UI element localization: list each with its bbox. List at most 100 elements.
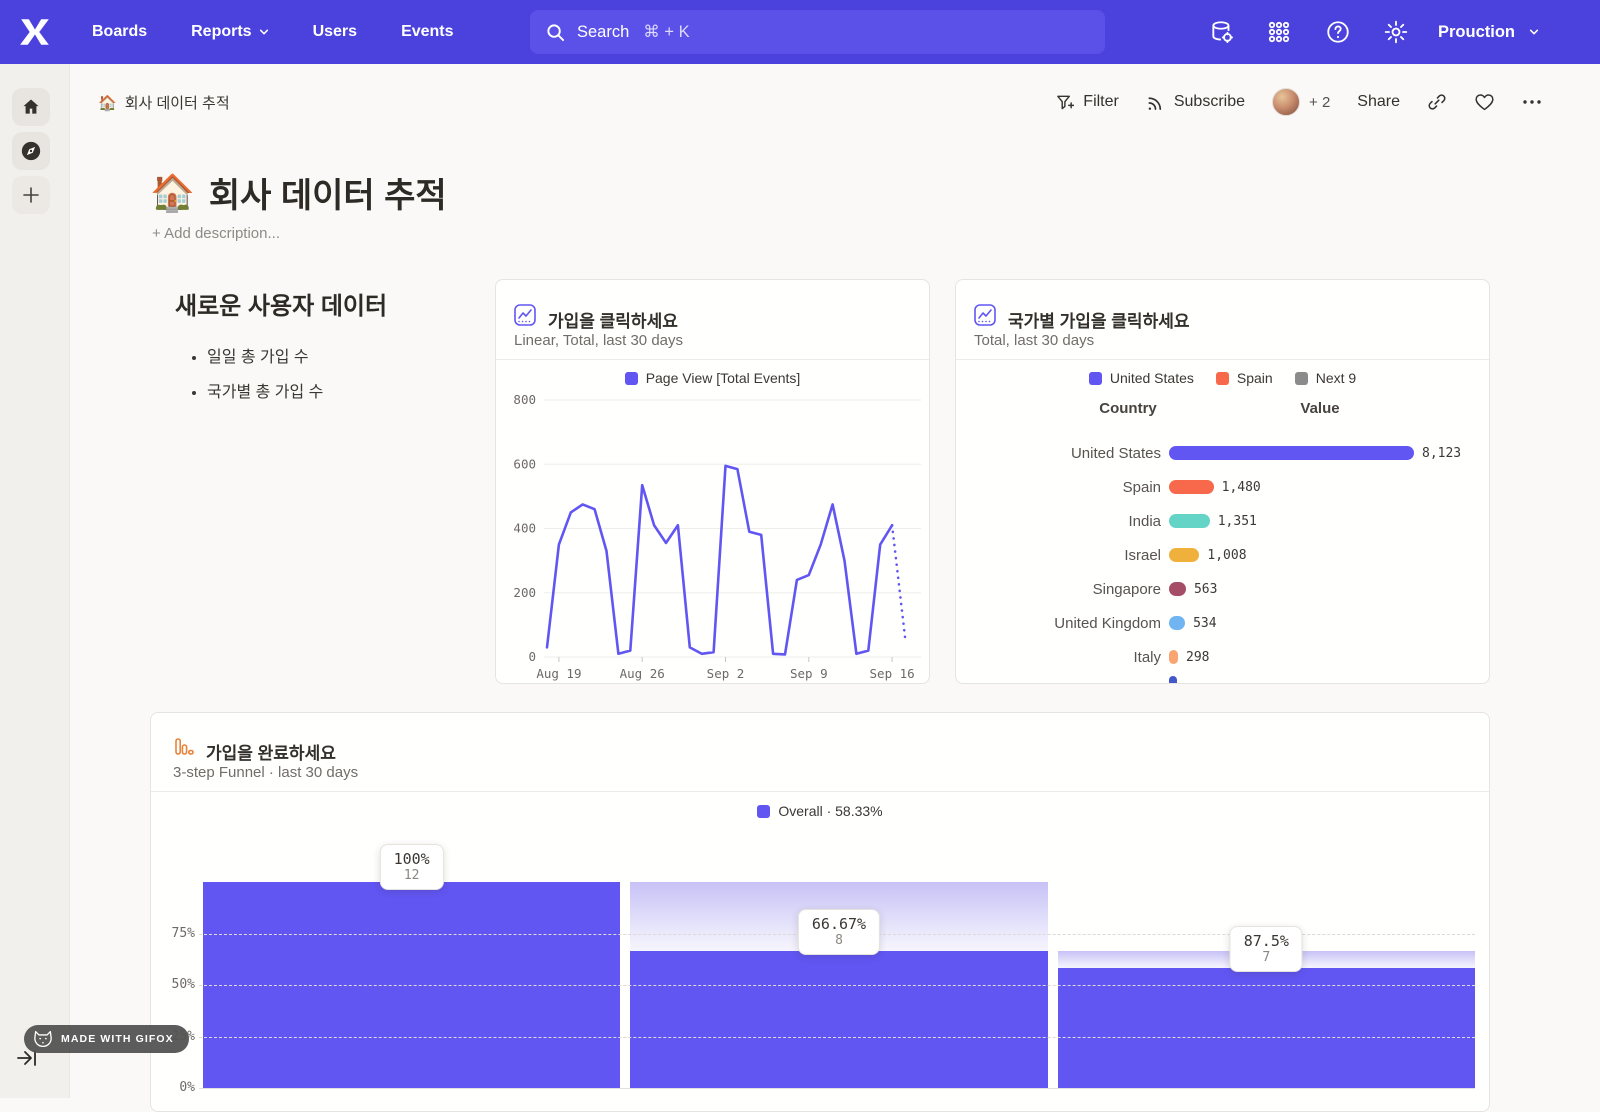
- page-title-text: 회사 데이터 추적: [209, 168, 447, 217]
- mixpanel-logo-icon[interactable]: [18, 15, 52, 49]
- search-placeholder: Search: [577, 23, 629, 42]
- table-row[interactable]: India1,351: [956, 504, 1489, 538]
- funnel-chart-title[interactable]: 가입을 완료하세요: [206, 739, 336, 764]
- fox-icon: [33, 1030, 53, 1048]
- funnel-chart-subtitle: 3-step Funnel · last 30 days: [173, 764, 358, 781]
- page-title[interactable]: 🏠 회사 데이터 추적: [150, 168, 447, 217]
- y-axis-tick-label: 600: [513, 456, 536, 471]
- text-card-bullet: 국가별 총 가입 수: [207, 378, 387, 402]
- funnel-y-tick-label: 50%: [155, 977, 195, 992]
- line-chart-card: 가입을 클릭하세요 Linear, Total, last 30 days Pa…: [495, 279, 930, 684]
- bar-row-bar: [1169, 480, 1214, 494]
- line-series-projected: [892, 525, 905, 637]
- funnel-conversion-pct: 66.67%: [812, 915, 866, 933]
- nav-item-users[interactable]: Users: [313, 23, 357, 41]
- project-switcher[interactable]: Prouction: [1438, 0, 1539, 64]
- funnel-tooltip: 87.5%7: [1230, 926, 1303, 972]
- table-row[interactable]: United Kingdom534: [956, 606, 1489, 640]
- project-name: Prouction: [1438, 23, 1515, 42]
- copy-link-button[interactable]: [1427, 92, 1447, 112]
- breadcrumb[interactable]: 🏠 회사 데이터 추적: [98, 92, 230, 113]
- table-row[interactable]: Singapore563: [956, 572, 1489, 606]
- bar-row-value: 298: [1186, 650, 1209, 665]
- filter-label: Filter: [1083, 93, 1119, 111]
- data-management-icon[interactable]: [1206, 16, 1238, 48]
- nav-item-label: Reports: [191, 23, 251, 41]
- help-icon[interactable]: [1322, 16, 1354, 48]
- y-axis-tick-label: 800: [513, 392, 536, 407]
- top-nav-bar: Boards Reports Users Events Search ⌘ + K Pr…: [0, 0, 1600, 64]
- insights-report-icon: [974, 304, 996, 326]
- legend-label: Spain: [1237, 370, 1273, 386]
- bar-row-bar: [1169, 650, 1178, 664]
- bar-row-value: 1,351: [1218, 514, 1257, 529]
- funnel-conversion-pct: 87.5%: [1244, 932, 1289, 950]
- legend-label: Overall · 58.33%: [778, 803, 882, 819]
- legend-label: Next 9: [1316, 370, 1356, 386]
- nav-item-boards[interactable]: Boards: [92, 23, 147, 41]
- divider: [956, 359, 1489, 360]
- x-axis-tick-label: Aug 19: [536, 666, 581, 681]
- bar-row-country: Israel: [956, 547, 1161, 564]
- bar-row-value: 534: [1193, 616, 1216, 631]
- table-row[interactable]: Italy298: [956, 640, 1489, 674]
- add-board-button[interactable]: [12, 176, 50, 214]
- bar-row-value: 8,123: [1422, 446, 1461, 461]
- settings-icon[interactable]: [1380, 16, 1412, 48]
- breadcrumb-label: 회사 데이터 추적: [125, 92, 230, 113]
- nav-item-label: Boards: [92, 23, 147, 41]
- legend-swatch: [1295, 372, 1308, 385]
- table-row[interactable]: United States8,123: [956, 436, 1489, 470]
- subscribe-label: Subscribe: [1174, 93, 1245, 111]
- primary-nav: Boards Reports Users Events: [92, 0, 454, 64]
- legend-item: United States: [1089, 370, 1194, 386]
- share-label: Share: [1357, 93, 1400, 111]
- collaborators-count: + 2: [1309, 94, 1330, 111]
- x-axis-tick-label: Sep 16: [870, 666, 915, 681]
- text-card-heading: 새로운 사용자 데이터: [175, 286, 387, 321]
- nav-item-label: Events: [401, 23, 453, 41]
- funnel-y-tick-label: 0%: [155, 1080, 195, 1095]
- nav-item-events[interactable]: Events: [401, 23, 453, 41]
- page-emoji-icon: 🏠: [150, 172, 195, 214]
- line-chart-plot[interactable]: 8006004002000Aug 19Aug 26Sep 2Sep 9Sep 1…: [496, 280, 930, 684]
- home-button[interactable]: [12, 88, 50, 126]
- filter-button[interactable]: Filter: [1055, 93, 1119, 112]
- legend-item: Spain: [1216, 370, 1273, 386]
- bar-chart-title[interactable]: 국가별 가입을 클릭하세요: [1008, 307, 1190, 332]
- legend-item: Overall · 58.33%: [757, 803, 882, 819]
- share-button[interactable]: Share: [1357, 93, 1400, 111]
- board-toolbar: Filter Subscribe + 2 Share: [1055, 88, 1542, 116]
- apps-grid-icon[interactable]: [1263, 16, 1295, 48]
- legend-swatch: [757, 805, 770, 818]
- x-axis-tick-label: Aug 26: [620, 666, 665, 681]
- nav-item-reports[interactable]: Reports: [191, 23, 268, 41]
- bar-row-bar: [1169, 616, 1185, 630]
- table-row[interactable]: Spain1,480: [956, 470, 1489, 504]
- plus-icon: [22, 186, 40, 204]
- search-input[interactable]: Search ⌘ + K: [530, 10, 1105, 54]
- favorite-button[interactable]: [1474, 92, 1495, 112]
- search-shortcut: ⌘ + K: [643, 22, 689, 42]
- line-series: [547, 466, 892, 655]
- collaborators[interactable]: + 2: [1272, 88, 1330, 116]
- y-axis-tick-label: 0: [528, 649, 536, 664]
- funnel-y-tick-label: 75%: [155, 926, 195, 941]
- filter-icon: [1055, 93, 1074, 112]
- main-content: 🏠 회사 데이터 추적 Filter Subscribe + 2 Share 🏠: [70, 64, 1600, 1098]
- discover-button[interactable]: [12, 132, 50, 170]
- subscribe-button[interactable]: Subscribe: [1146, 93, 1245, 112]
- rss-icon: [1146, 93, 1165, 112]
- legend-swatch: [1089, 372, 1102, 385]
- add-description-button[interactable]: + Add description...: [152, 225, 280, 242]
- funnel-tooltip: 100%12: [380, 844, 444, 890]
- column-header-country: Country: [1048, 400, 1208, 417]
- column-header-value: Value: [1240, 400, 1400, 417]
- more-menu-button[interactable]: [1522, 99, 1542, 105]
- table-row[interactable]: Israel1,008: [956, 538, 1489, 572]
- search-icon: [546, 23, 565, 42]
- text-card-bullets: 일일 총 가입 수국가별 총 가입 수: [207, 343, 387, 402]
- compass-icon: [20, 140, 42, 162]
- text-card-bullet: 일일 총 가입 수: [207, 343, 387, 367]
- avatar: [1272, 88, 1300, 116]
